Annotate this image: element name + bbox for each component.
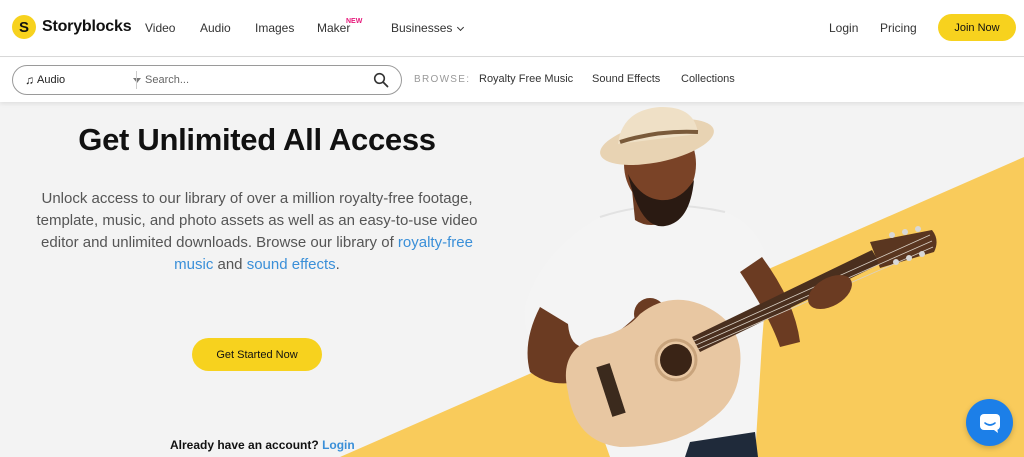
search-bar-row: ♫ Audio BROWSE: Royalty Free Music Sound… bbox=[0, 58, 1024, 102]
logo-mark-icon: S bbox=[12, 15, 36, 39]
guitarist-photo bbox=[524, 106, 937, 457]
search-icon[interactable] bbox=[373, 72, 389, 88]
login-link[interactable]: Login bbox=[829, 21, 858, 35]
music-note-icon: ♫ bbox=[25, 73, 34, 87]
select-caret-icon bbox=[133, 78, 141, 83]
storyblocks-logo[interactable]: S Storyblocks bbox=[12, 15, 132, 39]
media-type-value: Audio bbox=[37, 74, 66, 86]
search-input[interactable] bbox=[145, 70, 365, 90]
search-divider bbox=[136, 71, 137, 89]
browse-collections[interactable]: Collections bbox=[681, 73, 735, 85]
join-now-button[interactable]: Join Now bbox=[938, 14, 1016, 41]
account-login-link[interactable]: Login bbox=[322, 438, 355, 452]
new-badge: NEW bbox=[346, 18, 363, 25]
hero-end-text: . bbox=[335, 256, 340, 273]
top-nav: S Storyblocks Video Audio Images Maker N… bbox=[0, 0, 1024, 57]
search-box: ♫ Audio bbox=[12, 65, 402, 95]
account-prompt-text: Already have an account? bbox=[170, 438, 319, 452]
nav-businesses[interactable]: Businesses bbox=[391, 21, 465, 35]
nav-businesses-label: Businesses bbox=[391, 21, 453, 35]
sound-effects-link[interactable]: sound effects bbox=[247, 256, 336, 273]
pricing-link[interactable]: Pricing bbox=[880, 21, 917, 35]
hero-title: Get Unlimited All Access bbox=[78, 122, 436, 157]
browse-royalty-free-music[interactable]: Royalty Free Music bbox=[479, 73, 573, 85]
account-prompt: Already have an account? Login bbox=[170, 438, 355, 452]
chat-icon bbox=[979, 413, 1000, 433]
chat-launcher-button[interactable] bbox=[966, 399, 1013, 446]
browse-sound-effects[interactable]: Sound Effects bbox=[592, 73, 660, 85]
chevron-down-icon bbox=[457, 23, 465, 32]
browse-label: BROWSE: bbox=[414, 74, 471, 85]
hero-and-text: and bbox=[213, 256, 247, 273]
nav-video[interactable]: Video bbox=[145, 21, 175, 35]
logo-text: Storyblocks bbox=[42, 18, 132, 35]
media-type-select[interactable]: ♫ Audio bbox=[25, 66, 145, 94]
hero-section: Get Unlimited All Access Unlock access t… bbox=[0, 102, 1024, 457]
hero-description: Unlock access to our library of over a m… bbox=[36, 188, 478, 276]
nav-images[interactable]: Images bbox=[255, 21, 294, 35]
get-started-button[interactable]: Get Started Now bbox=[192, 338, 322, 371]
nav-audio[interactable]: Audio bbox=[200, 21, 231, 35]
